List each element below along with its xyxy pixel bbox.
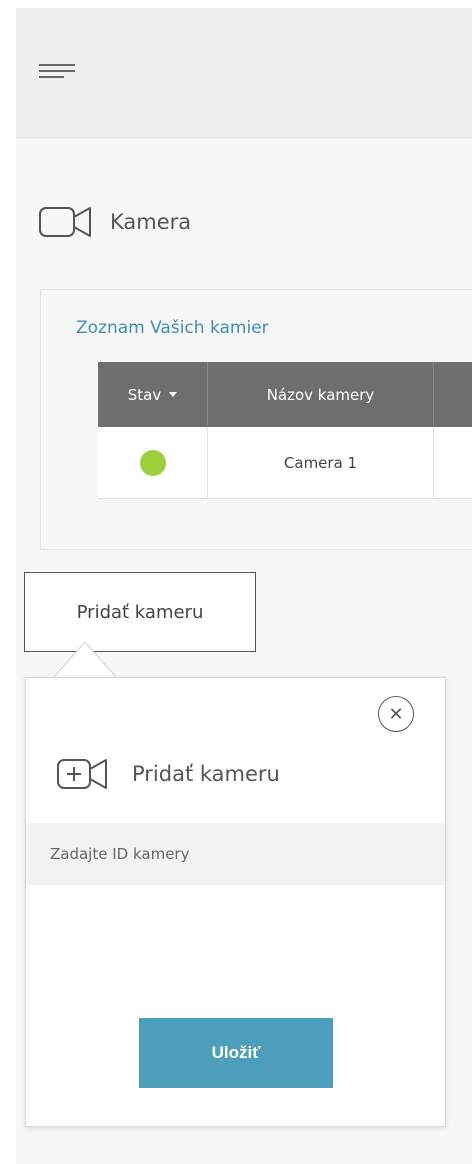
extra-cell: [433, 427, 472, 498]
close-icon[interactable]: ✕: [378, 696, 414, 732]
column-extra-header: [433, 362, 472, 427]
column-status-header[interactable]: Stav: [98, 362, 207, 427]
status-online-dot-icon: [139, 449, 166, 476]
camera-name-cell: Camera 1: [207, 427, 433, 498]
column-name-header[interactable]: Názov kamery: [207, 362, 433, 427]
section-header: Kamera: [38, 200, 191, 244]
top-bar: [16, 8, 472, 138]
hamburger-menu-icon[interactable]: [39, 63, 75, 85]
camera-id-input[interactable]: [26, 823, 445, 885]
table-row[interactable]: Camera 1: [98, 427, 472, 499]
add-camera-panel: ✕ Pridať kameru Uložiť: [25, 677, 446, 1127]
video-camera-icon: [39, 207, 91, 237]
status-cell: [98, 427, 207, 498]
camera-table: Stav Názov kamery Camera 1: [98, 362, 472, 499]
popover-arrow: [54, 641, 116, 678]
table-header: Stav Názov kamery: [98, 362, 472, 427]
sort-caret-icon: [169, 392, 178, 397]
section-title: Kamera: [110, 210, 192, 234]
panel-title: Pridať kameru: [132, 762, 280, 786]
camera-list-link[interactable]: Zoznam Vašich kamier: [76, 318, 269, 338]
panel-header: Pridať kameru: [56, 756, 280, 792]
save-button[interactable]: Uložiť: [139, 1018, 333, 1088]
add-video-camera-icon: [57, 759, 107, 789]
